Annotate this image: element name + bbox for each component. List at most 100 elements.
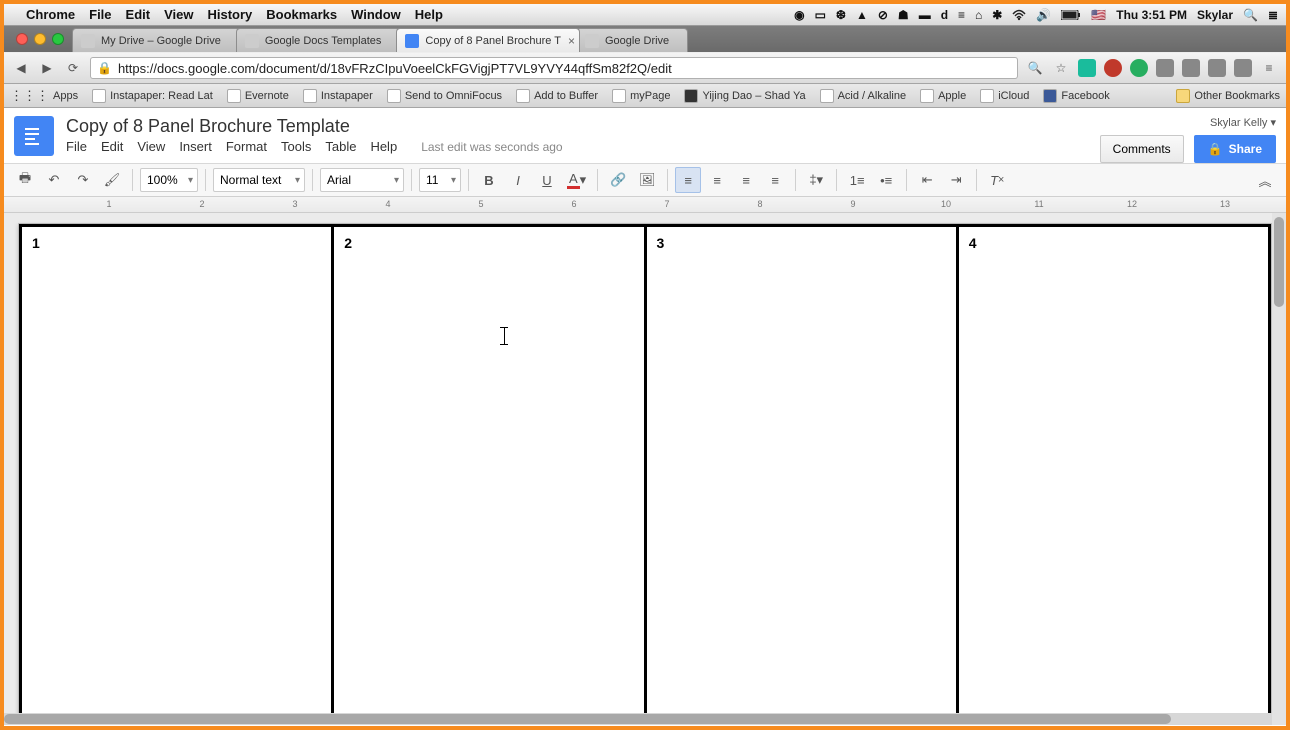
scrollbar-thumb[interactable] (4, 714, 1171, 724)
document-title[interactable]: Copy of 8 Panel Brochure Template (66, 116, 1088, 137)
extension-icon[interactable] (1104, 59, 1122, 77)
paragraph-style-dropdown[interactable]: Normal text (213, 168, 305, 192)
docs-menu-table[interactable]: Table (325, 139, 356, 154)
vertical-scrollbar[interactable] (1272, 213, 1286, 725)
docs-menu-help[interactable]: Help (370, 139, 397, 154)
docs-menu-file[interactable]: File (66, 139, 87, 154)
bookmark-item[interactable]: Evernote (227, 89, 289, 103)
flag-icon[interactable]: 🇺🇸 (1091, 8, 1106, 22)
brochure-panel-4[interactable]: 4 (959, 227, 1268, 724)
share-button[interactable]: 🔒Share (1194, 135, 1276, 163)
menubar-icon[interactable]: ⊘ (878, 8, 888, 22)
browser-tab[interactable]: My Drive – Google Drive (72, 28, 240, 52)
menubar-icon[interactable]: ▬ (919, 8, 931, 22)
align-left-button[interactable]: ≡ (675, 167, 701, 193)
scrollbar-thumb[interactable] (1274, 217, 1284, 307)
menubar-icon[interactable]: ▭ (815, 8, 826, 22)
bookmark-item[interactable]: Send to OmniFocus (387, 89, 502, 103)
bluetooth-icon[interactable]: ✱ (992, 8, 1002, 22)
insert-image-button[interactable]: 🖼 (634, 167, 660, 193)
menubar-icon[interactable]: ≡ (958, 8, 965, 22)
docs-menu-tools[interactable]: Tools (281, 139, 311, 154)
address-bar[interactable]: 🔒 https://docs.google.com/document/d/18v… (90, 57, 1018, 79)
brochure-panel-1[interactable]: 1 (22, 227, 334, 724)
bookmark-item[interactable]: Add to Buffer (516, 89, 598, 103)
extension-icon[interactable] (1234, 59, 1252, 77)
wifi-icon[interactable] (1012, 8, 1026, 22)
bookmark-item[interactable]: Apple (920, 89, 966, 103)
decrease-indent-button[interactable]: ⇤ (914, 167, 940, 193)
undo-button[interactable]: ↶ (41, 167, 67, 193)
menubar-icon[interactable]: d (941, 8, 948, 22)
docs-logo-icon[interactable] (14, 116, 54, 156)
numbered-list-button[interactable]: 1≡ (844, 167, 870, 193)
bookmark-item[interactable]: Facebook (1043, 89, 1109, 103)
chrome-menu-icon[interactable]: ≡ (1260, 59, 1278, 77)
text-color-button[interactable]: A▾ (563, 167, 590, 193)
reload-button[interactable]: ⟳ (64, 59, 82, 77)
docs-menu-insert[interactable]: Insert (179, 139, 212, 154)
align-right-button[interactable]: ≡ (733, 167, 759, 193)
font-size-dropdown[interactable]: 11 (419, 168, 461, 192)
collapse-toolbar-icon[interactable]: ︽ (1252, 167, 1278, 193)
zoom-dropdown[interactable]: 100% (140, 168, 198, 192)
browser-tab[interactable]: Google Drive (576, 28, 688, 52)
line-spacing-button[interactable]: ‡▾ (803, 167, 829, 193)
bookmark-item[interactable]: Instapaper (303, 89, 373, 103)
minimize-window-button[interactable] (34, 33, 46, 45)
apps-button[interactable]: ⋮⋮⋮Apps (10, 88, 78, 104)
battery-icon[interactable] (1061, 8, 1081, 22)
docs-menu-format[interactable]: Format (226, 139, 267, 154)
menubar-icon[interactable]: ☗ (898, 8, 909, 22)
bookmark-item[interactable]: Instapaper: Read Lat (92, 89, 213, 103)
docs-menu-view[interactable]: View (137, 139, 165, 154)
bulleted-list-button[interactable]: •≡ (873, 167, 899, 193)
menubar-icon[interactable]: ▲ (856, 8, 868, 22)
extension-icon[interactable] (1156, 59, 1174, 77)
mac-menu-history[interactable]: History (207, 7, 252, 22)
menubar-icon[interactable]: ◉ (794, 8, 804, 22)
account-label[interactable]: Skylar Kelly ▾ (1210, 116, 1276, 129)
extension-icon[interactable] (1130, 59, 1148, 77)
mac-menu-view[interactable]: View (164, 7, 193, 22)
horizontal-ruler[interactable]: 1 2 3 4 5 6 7 8 9 10 11 12 13 (4, 197, 1286, 213)
back-button[interactable]: ◀ (12, 59, 30, 77)
italic-button[interactable]: I (505, 167, 531, 193)
bookmark-item[interactable]: Yijing Dao – Shad Ya (684, 89, 805, 103)
extension-icon[interactable] (1182, 59, 1200, 77)
mac-menu-window[interactable]: Window (351, 7, 401, 22)
close-window-button[interactable] (16, 33, 28, 45)
insert-link-button[interactable]: 🔗 (605, 167, 631, 193)
user-name[interactable]: Skylar (1197, 8, 1233, 22)
other-bookmarks-folder[interactable]: Other Bookmarks (1176, 89, 1280, 103)
clock[interactable]: Thu 3:51 PM (1116, 8, 1187, 22)
volume-icon[interactable]: 🔊 (1036, 8, 1051, 22)
mac-menu-file[interactable]: File (89, 7, 111, 22)
bookmark-item[interactable]: iCloud (980, 89, 1029, 103)
brochure-panel-3[interactable]: 3 (647, 227, 959, 724)
increase-indent-button[interactable]: ⇥ (943, 167, 969, 193)
notification-icon[interactable]: ≣ (1268, 8, 1278, 22)
extension-icon[interactable] (1078, 59, 1096, 77)
menubar-icon[interactable]: ❆ (836, 8, 846, 22)
spotlight-icon[interactable]: 🔍 (1243, 8, 1258, 22)
document-canvas[interactable]: 1 2 3 4 (4, 213, 1286, 725)
menubar-icon[interactable]: ⌂ (975, 8, 982, 22)
underline-button[interactable]: U (534, 167, 560, 193)
zoom-window-button[interactable] (52, 33, 64, 45)
align-center-button[interactable]: ≡ (704, 167, 730, 193)
zoom-icon[interactable]: 🔍 (1026, 59, 1044, 77)
bookmark-star-icon[interactable]: ☆ (1052, 59, 1070, 77)
comments-button[interactable]: Comments (1100, 135, 1184, 163)
app-name[interactable]: Chrome (26, 7, 75, 22)
mac-menu-help[interactable]: Help (415, 7, 443, 22)
mac-menu-bookmarks[interactable]: Bookmarks (266, 7, 337, 22)
browser-tab-active[interactable]: Copy of 8 Panel Brochure T× (396, 28, 580, 52)
paint-format-button[interactable]: 🖌 (99, 167, 125, 193)
align-justify-button[interactable]: ≡ (762, 167, 788, 193)
bold-button[interactable]: B (476, 167, 502, 193)
font-dropdown[interactable]: Arial (320, 168, 404, 192)
bookmark-item[interactable]: myPage (612, 89, 670, 103)
browser-tab[interactable]: Google Docs Templates (236, 28, 401, 52)
brochure-panel-2[interactable]: 2 (334, 227, 646, 724)
